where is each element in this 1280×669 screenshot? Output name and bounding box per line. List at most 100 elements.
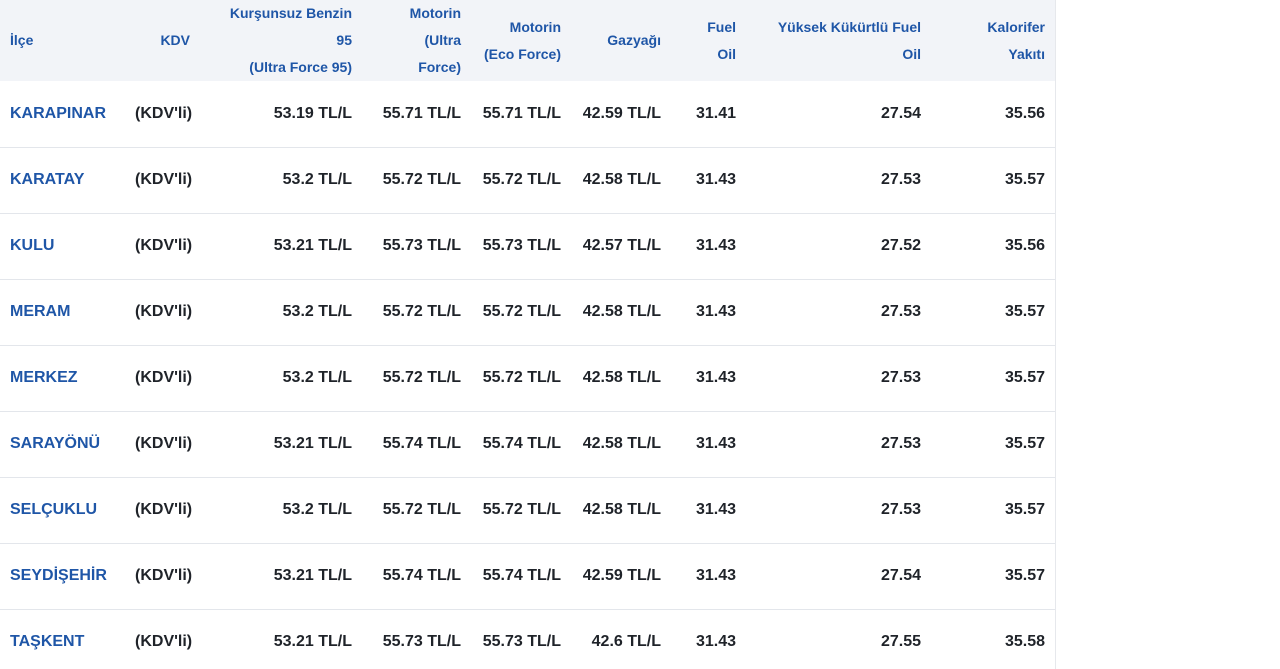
fuel-oil-price-cell: 31.43 [695, 435, 736, 452]
motorin-eco-price-cell: 55.71 TL/L [482, 104, 561, 122]
header-yuksek-kukurtlu[interactable]: Yüksek Kükürtlü Fuel Oil [746, 0, 931, 81]
benzin-price-cell: 53.21 TL/L [273, 633, 352, 650]
motorin-eco-price-cell: 55.74 TL/L [482, 567, 561, 584]
benzin-price-cell: 53.21 TL/L [273, 435, 352, 452]
yuksek-kukurtlu-price-cell: 27.53 [880, 369, 921, 386]
header-gazyagi[interactable]: Gazyağı [571, 0, 671, 81]
header-motorin-ultra-line: Motorin [409, 5, 461, 21]
header-motorin-ultra-line: Force) [418, 59, 461, 75]
kalorifer-price-cell: 35.57 [1004, 501, 1045, 518]
kalorifer-price-cell: 35.56 [1004, 237, 1045, 254]
kalorifer-price-cell: 35.57 [1004, 303, 1045, 320]
district-link[interactable]: TAŞKENT [0, 609, 120, 669]
gazyagi-price-cell: 42.58 TL/L [582, 435, 661, 452]
kalorifer-price-cell: 35.57 [1004, 171, 1045, 188]
kalorifer-price-cell: 35.57 [1004, 435, 1045, 452]
district-link[interactable]: SEYDİŞEHİR [0, 543, 120, 609]
benzin-price-cell: 53.21 TL/L [273, 237, 352, 254]
motorin-eco-price-cell: 55.72 TL/L [482, 171, 561, 188]
header-ilce[interactable]: İlçe [0, 0, 120, 81]
district-link[interactable]: SARAYÖNÜ [0, 411, 120, 477]
header-kalorifer[interactable]: Kalorifer Yakıtı [931, 0, 1055, 81]
table-row: MERKEZ (KDV'li) 53.2 TL/L 55.72 TL/L 55.… [0, 345, 1055, 411]
kalorifer-price-cell: 35.56 [1004, 104, 1045, 122]
motorin-ultra-price-cell: 55.72 TL/L [382, 171, 461, 188]
table-header: İlçe KDV Kurşunsuz Benzin 95 (Ultra Forc… [0, 0, 1055, 81]
kdv-cell: (KDV'li) [135, 171, 193, 188]
motorin-ultra-price-cell: 55.72 TL/L [382, 303, 461, 320]
gazyagi-price-cell: 42.58 TL/L [582, 369, 661, 386]
yuksek-kukurtlu-price-cell: 27.53 [880, 171, 921, 188]
district-link[interactable]: MERKEZ [0, 345, 120, 411]
fuel-oil-price-cell: 31.43 [695, 303, 736, 320]
fuel-price-table-container: İlçe KDV Kurşunsuz Benzin 95 (Ultra Forc… [0, 0, 1056, 669]
yuksek-kukurtlu-price-cell: 27.52 [880, 237, 921, 254]
motorin-ultra-price-cell: 55.71 TL/L [382, 104, 461, 122]
motorin-ultra-price-cell: 55.72 TL/L [382, 501, 461, 518]
kdv-cell: (KDV'li) [135, 633, 193, 650]
motorin-eco-price-cell: 55.74 TL/L [482, 435, 561, 452]
header-fuel-oil-line: Oil [717, 45, 736, 62]
gazyagi-price-cell: 42.58 TL/L [582, 303, 661, 320]
district-link[interactable]: KULU [0, 213, 120, 279]
header-motorin-eco-line: (Eco Force) [483, 45, 561, 62]
table-row: SARAYÖNÜ (KDV'li) 53.21 TL/L 55.74 TL/L … [0, 411, 1055, 477]
header-motorin-ultra[interactable]: Motorin (Ultra Force) [362, 0, 471, 81]
district-link[interactable]: SELÇUKLU [0, 477, 120, 543]
kdv-cell: (KDV'li) [135, 567, 193, 584]
motorin-ultra-price-cell: 55.74 TL/L [382, 567, 461, 584]
yuksek-kukurtlu-price-cell: 27.54 [880, 104, 921, 122]
motorin-ultra-price-cell: 55.73 TL/L [382, 633, 461, 650]
motorin-eco-price-cell: 55.72 TL/L [482, 369, 561, 386]
header-motorin-eco[interactable]: Motorin (Eco Force) [471, 0, 571, 81]
table-row: KARATAY (KDV'li) 53.2 TL/L 55.72 TL/L 55… [0, 147, 1055, 213]
header-benzin-line: (Ultra Force 95) [249, 59, 352, 75]
motorin-ultra-price-cell: 55.73 TL/L [382, 237, 461, 254]
fuel-price-table: İlçe KDV Kurşunsuz Benzin 95 (Ultra Forc… [0, 0, 1055, 669]
table-row: TAŞKENT (KDV'li) 53.21 TL/L 55.73 TL/L 5… [0, 609, 1055, 669]
header-kalorifer-line: Kalorifer [987, 18, 1045, 35]
fuel-oil-price-cell: 31.43 [695, 171, 736, 188]
header-benzin-line: Kurşunsuz Benzin [229, 5, 352, 21]
kdv-cell: (KDV'li) [135, 303, 193, 320]
motorin-ultra-price-cell: 55.74 TL/L [382, 435, 461, 452]
gazyagi-price-cell: 42.59 TL/L [582, 567, 661, 584]
district-link[interactable]: KARAPINAR [0, 81, 120, 147]
fuel-oil-price-cell: 31.43 [695, 633, 736, 650]
kdv-cell: (KDV'li) [135, 369, 193, 386]
gazyagi-price-cell: 42.59 TL/L [582, 104, 661, 122]
header-benzin[interactable]: Kurşunsuz Benzin 95 (Ultra Force 95) [200, 0, 362, 81]
kdv-cell: (KDV'li) [135, 501, 193, 518]
gazyagi-price-cell: 42.57 TL/L [582, 237, 661, 254]
header-fuel-oil[interactable]: Fuel Oil [671, 0, 746, 81]
fuel-oil-price-cell: 31.41 [695, 104, 736, 122]
header-benzin-line: 95 [336, 32, 352, 48]
table-row: SEYDİŞEHİR (KDV'li) 53.21 TL/L 55.74 TL/… [0, 543, 1055, 609]
benzin-price-cell: 53.2 TL/L [282, 171, 352, 188]
motorin-eco-price-cell: 55.72 TL/L [482, 501, 561, 518]
kdv-cell: (KDV'li) [135, 104, 193, 122]
district-link[interactable]: MERAM [0, 279, 120, 345]
header-motorin-ultra-line: (Ultra [424, 32, 461, 48]
yuksek-kukurtlu-price-cell: 27.53 [880, 303, 921, 320]
benzin-price-cell: 53.19 TL/L [273, 104, 352, 122]
table-body: KARAPINAR (KDV'li) 53.19 TL/L 55.71 TL/L… [0, 81, 1055, 669]
header-fuel-oil-line: Fuel [707, 18, 736, 35]
fuel-oil-price-cell: 31.43 [695, 369, 736, 386]
fuel-oil-price-cell: 31.43 [695, 501, 736, 518]
yuksek-kukurtlu-price-cell: 27.53 [880, 501, 921, 518]
fuel-oil-price-cell: 31.43 [695, 567, 736, 584]
table-row: SELÇUKLU (KDV'li) 53.2 TL/L 55.72 TL/L 5… [0, 477, 1055, 543]
header-kalorifer-line: Yakıtı [1008, 45, 1045, 62]
table-row: KARAPINAR (KDV'li) 53.19 TL/L 55.71 TL/L… [0, 81, 1055, 147]
kalorifer-price-cell: 35.57 [1004, 369, 1045, 386]
benzin-price-cell: 53.21 TL/L [273, 567, 352, 584]
header-kdv[interactable]: KDV [120, 0, 200, 81]
kalorifer-price-cell: 35.57 [1004, 567, 1045, 584]
district-link[interactable]: KARATAY [0, 147, 120, 213]
yuksek-kukurtlu-price-cell: 27.53 [880, 435, 921, 452]
motorin-eco-price-cell: 55.73 TL/L [482, 237, 561, 254]
kalorifer-price-cell: 35.58 [1004, 633, 1045, 650]
motorin-eco-price-cell: 55.72 TL/L [482, 303, 561, 320]
header-motorin-eco-line: Motorin [509, 18, 561, 35]
